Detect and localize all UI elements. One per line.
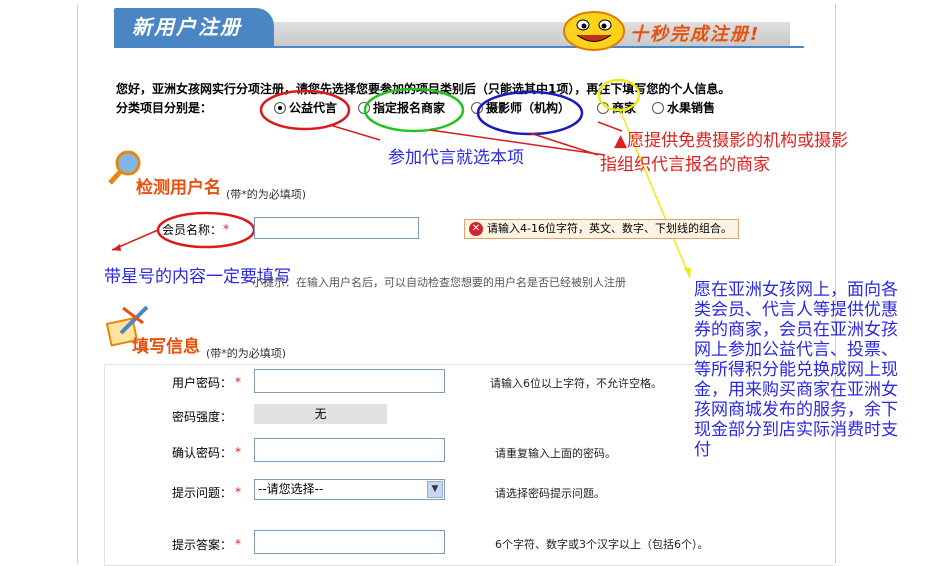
password-hint: 请输入6位以上字符，不允许空格。 [490, 377, 662, 390]
photo-note-1: ▲愿提供免费摄影的机构或摄影 [614, 131, 849, 151]
required-mark: * [235, 537, 241, 551]
check-section-title: 检测用户名 [136, 178, 221, 198]
merchant-note: 愿在亚洲女孩网上，面向各类会员、代言人等提供优惠券的商家，会员在亚洲女孩网上参加… [694, 280, 898, 460]
required-mark: * [235, 485, 241, 499]
info-section-subtitle: (带*的为必填项) [206, 347, 287, 360]
password-label: 用户密码： [171, 376, 232, 390]
strength-label: 密码强度： [171, 410, 232, 424]
password-input[interactable] [254, 369, 445, 393]
endorse-note: 参加代言就选本项 [388, 148, 524, 168]
question-label: 提示问题： [171, 486, 232, 500]
required-mark: * [235, 445, 241, 459]
chevron-down-icon[interactable]: ▼ [427, 481, 443, 498]
required-mark: * [223, 222, 229, 236]
confirm-password-label: 确认密码： [171, 446, 232, 460]
question-select[interactable]: --请您选择-- ▼ [254, 479, 445, 500]
answer-hint: 6个字符、数字或3个汉字以上（包括6个）。 [495, 538, 709, 551]
username-error: 请输入4-16位字符，英文、数字、下划线的组合。 [464, 219, 739, 239]
photo-note-2: 指组织代言报名的商家 [600, 155, 770, 175]
answer-input[interactable] [254, 530, 445, 554]
check-section-subtitle: (带*的为必填项) [226, 188, 307, 201]
username-tip: 小提示：在输入用户名后，可以自动检查您想要的用户名是否已经被别人注册 [252, 276, 626, 289]
password-strength-meter: 无 [254, 404, 387, 424]
info-section-title: 填写信息 [132, 337, 200, 357]
member-name-label: 会员名称： [161, 223, 222, 237]
question-hint: 请选择密码提示问题。 [495, 487, 605, 500]
confirm-password-input[interactable] [254, 438, 445, 462]
error-icon: ✕ [469, 222, 483, 236]
required-mark: * [235, 375, 241, 389]
member-name-input[interactable] [254, 217, 419, 239]
answer-label: 提示答案： [171, 538, 232, 552]
confirm-hint: 请重复输入上面的密码。 [495, 447, 616, 460]
